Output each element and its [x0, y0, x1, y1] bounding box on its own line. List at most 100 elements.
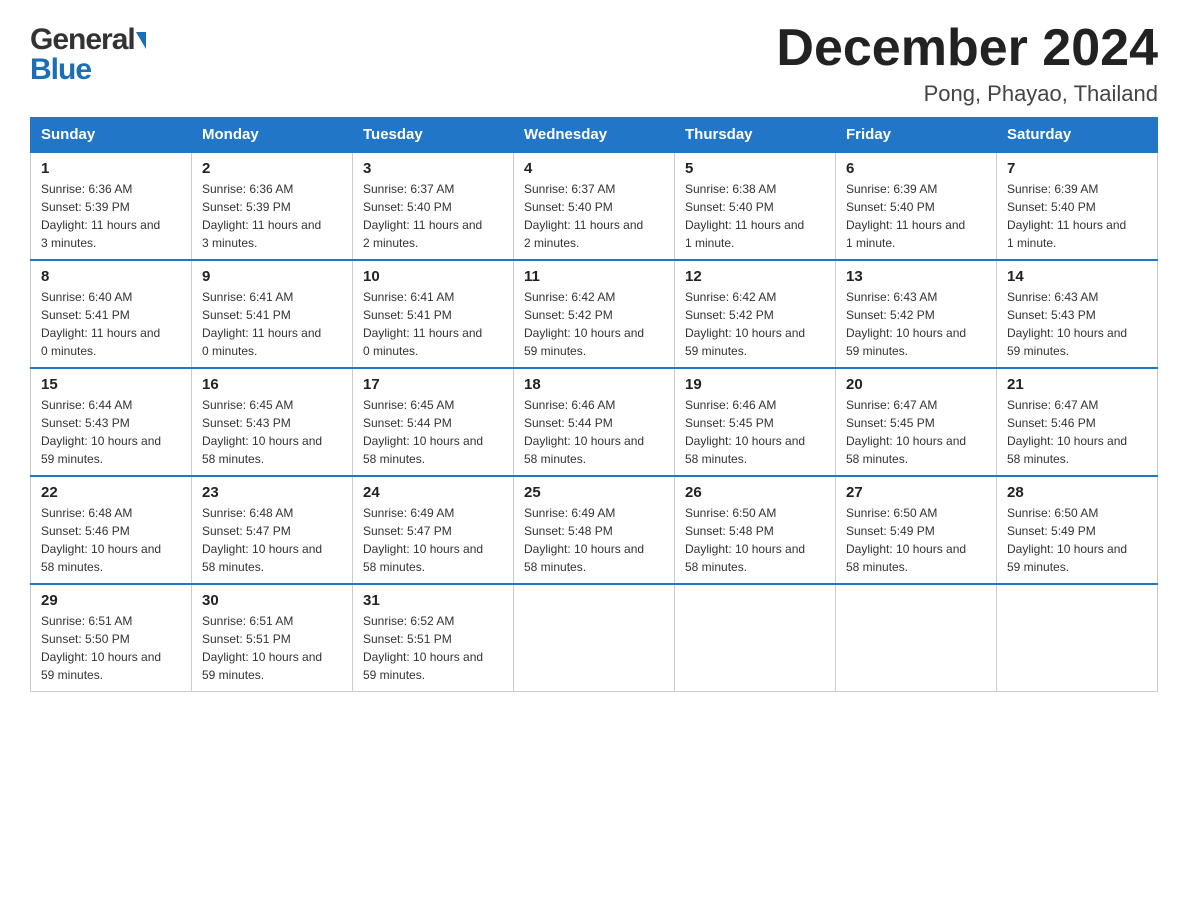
- calendar-cell: 29 Sunrise: 6:51 AM Sunset: 5:50 PM Dayl…: [31, 584, 192, 692]
- day-number: 3: [363, 160, 503, 177]
- day-info: Sunrise: 6:50 AM Sunset: 5:49 PM Dayligh…: [1007, 504, 1147, 576]
- week-row-3: 15 Sunrise: 6:44 AM Sunset: 5:43 PM Dayl…: [31, 368, 1158, 476]
- day-info: Sunrise: 6:45 AM Sunset: 5:43 PM Dayligh…: [202, 396, 342, 468]
- day-info: Sunrise: 6:37 AM Sunset: 5:40 PM Dayligh…: [363, 180, 503, 252]
- calendar-table: Sunday Monday Tuesday Wednesday Thursday…: [30, 117, 1158, 692]
- day-number: 9: [202, 268, 342, 285]
- logo-blue: Blue: [30, 55, 146, 85]
- day-info: Sunrise: 6:42 AM Sunset: 5:42 PM Dayligh…: [685, 288, 825, 360]
- day-number: 24: [363, 484, 503, 501]
- logo: General Blue: [30, 20, 146, 85]
- calendar-cell: 16 Sunrise: 6:45 AM Sunset: 5:43 PM Dayl…: [192, 368, 353, 476]
- header-wednesday: Wednesday: [514, 118, 675, 153]
- day-number: 7: [1007, 160, 1147, 177]
- day-number: 23: [202, 484, 342, 501]
- calendar-cell: 18 Sunrise: 6:46 AM Sunset: 5:44 PM Dayl…: [514, 368, 675, 476]
- day-number: 13: [846, 268, 986, 285]
- day-info: Sunrise: 6:41 AM Sunset: 5:41 PM Dayligh…: [202, 288, 342, 360]
- calendar-cell: 13 Sunrise: 6:43 AM Sunset: 5:42 PM Dayl…: [836, 260, 997, 368]
- day-info: Sunrise: 6:45 AM Sunset: 5:44 PM Dayligh…: [363, 396, 503, 468]
- day-info: Sunrise: 6:36 AM Sunset: 5:39 PM Dayligh…: [41, 180, 181, 252]
- calendar-cell: 2 Sunrise: 6:36 AM Sunset: 5:39 PM Dayli…: [192, 152, 353, 260]
- calendar-cell: 5 Sunrise: 6:38 AM Sunset: 5:40 PM Dayli…: [675, 152, 836, 260]
- calendar-cell: 22 Sunrise: 6:48 AM Sunset: 5:46 PM Dayl…: [31, 476, 192, 584]
- day-number: 2: [202, 160, 342, 177]
- calendar-cell: 12 Sunrise: 6:42 AM Sunset: 5:42 PM Dayl…: [675, 260, 836, 368]
- day-number: 29: [41, 592, 181, 609]
- header-thursday: Thursday: [675, 118, 836, 153]
- day-number: 14: [1007, 268, 1147, 285]
- page-header: General Blue December 2024 Pong, Phayao,…: [30, 20, 1158, 107]
- calendar-cell: 10 Sunrise: 6:41 AM Sunset: 5:41 PM Dayl…: [353, 260, 514, 368]
- calendar-cell: 26 Sunrise: 6:50 AM Sunset: 5:48 PM Dayl…: [675, 476, 836, 584]
- location-title: Pong, Phayao, Thailand: [776, 81, 1158, 107]
- calendar-cell: 15 Sunrise: 6:44 AM Sunset: 5:43 PM Dayl…: [31, 368, 192, 476]
- day-info: Sunrise: 6:42 AM Sunset: 5:42 PM Dayligh…: [524, 288, 664, 360]
- day-number: 16: [202, 376, 342, 393]
- calendar-cell: 24 Sunrise: 6:49 AM Sunset: 5:47 PM Dayl…: [353, 476, 514, 584]
- day-number: 6: [846, 160, 986, 177]
- day-info: Sunrise: 6:43 AM Sunset: 5:42 PM Dayligh…: [846, 288, 986, 360]
- day-number: 1: [41, 160, 181, 177]
- title-block: December 2024 Pong, Phayao, Thailand: [776, 20, 1158, 107]
- week-row-2: 8 Sunrise: 6:40 AM Sunset: 5:41 PM Dayli…: [31, 260, 1158, 368]
- calendar-cell: 14 Sunrise: 6:43 AM Sunset: 5:43 PM Dayl…: [997, 260, 1158, 368]
- day-info: Sunrise: 6:38 AM Sunset: 5:40 PM Dayligh…: [685, 180, 825, 252]
- header-friday: Friday: [836, 118, 997, 153]
- day-info: Sunrise: 6:44 AM Sunset: 5:43 PM Dayligh…: [41, 396, 181, 468]
- day-info: Sunrise: 6:50 AM Sunset: 5:48 PM Dayligh…: [685, 504, 825, 576]
- calendar-cell: [675, 584, 836, 692]
- calendar-cell: 27 Sunrise: 6:50 AM Sunset: 5:49 PM Dayl…: [836, 476, 997, 584]
- header-monday: Monday: [192, 118, 353, 153]
- day-info: Sunrise: 6:49 AM Sunset: 5:48 PM Dayligh…: [524, 504, 664, 576]
- week-row-5: 29 Sunrise: 6:51 AM Sunset: 5:50 PM Dayl…: [31, 584, 1158, 692]
- day-info: Sunrise: 6:37 AM Sunset: 5:40 PM Dayligh…: [524, 180, 664, 252]
- header-sunday: Sunday: [31, 118, 192, 153]
- day-info: Sunrise: 6:40 AM Sunset: 5:41 PM Dayligh…: [41, 288, 181, 360]
- day-number: 30: [202, 592, 342, 609]
- day-number: 28: [1007, 484, 1147, 501]
- day-info: Sunrise: 6:48 AM Sunset: 5:47 PM Dayligh…: [202, 504, 342, 576]
- week-row-4: 22 Sunrise: 6:48 AM Sunset: 5:46 PM Dayl…: [31, 476, 1158, 584]
- day-number: 20: [846, 376, 986, 393]
- day-number: 27: [846, 484, 986, 501]
- logo-general: General: [30, 25, 146, 55]
- day-info: Sunrise: 6:36 AM Sunset: 5:39 PM Dayligh…: [202, 180, 342, 252]
- logo-arrow-icon: [136, 32, 146, 49]
- calendar-cell: 6 Sunrise: 6:39 AM Sunset: 5:40 PM Dayli…: [836, 152, 997, 260]
- header-tuesday: Tuesday: [353, 118, 514, 153]
- calendar-cell: 19 Sunrise: 6:46 AM Sunset: 5:45 PM Dayl…: [675, 368, 836, 476]
- calendar-cell: 30 Sunrise: 6:51 AM Sunset: 5:51 PM Dayl…: [192, 584, 353, 692]
- day-info: Sunrise: 6:51 AM Sunset: 5:51 PM Dayligh…: [202, 612, 342, 684]
- day-info: Sunrise: 6:51 AM Sunset: 5:50 PM Dayligh…: [41, 612, 181, 684]
- day-number: 17: [363, 376, 503, 393]
- calendar-cell: 31 Sunrise: 6:52 AM Sunset: 5:51 PM Dayl…: [353, 584, 514, 692]
- day-number: 19: [685, 376, 825, 393]
- calendar-cell: 3 Sunrise: 6:37 AM Sunset: 5:40 PM Dayli…: [353, 152, 514, 260]
- day-number: 25: [524, 484, 664, 501]
- day-number: 8: [41, 268, 181, 285]
- day-number: 12: [685, 268, 825, 285]
- calendar-cell: [997, 584, 1158, 692]
- days-of-week-row: Sunday Monday Tuesday Wednesday Thursday…: [31, 118, 1158, 153]
- calendar-cell: [836, 584, 997, 692]
- calendar-cell: 20 Sunrise: 6:47 AM Sunset: 5:45 PM Dayl…: [836, 368, 997, 476]
- calendar-cell: 23 Sunrise: 6:48 AM Sunset: 5:47 PM Dayl…: [192, 476, 353, 584]
- day-info: Sunrise: 6:50 AM Sunset: 5:49 PM Dayligh…: [846, 504, 986, 576]
- day-number: 26: [685, 484, 825, 501]
- month-title: December 2024: [776, 20, 1158, 77]
- day-number: 5: [685, 160, 825, 177]
- day-info: Sunrise: 6:48 AM Sunset: 5:46 PM Dayligh…: [41, 504, 181, 576]
- day-info: Sunrise: 6:43 AM Sunset: 5:43 PM Dayligh…: [1007, 288, 1147, 360]
- calendar-cell: 7 Sunrise: 6:39 AM Sunset: 5:40 PM Dayli…: [997, 152, 1158, 260]
- day-info: Sunrise: 6:41 AM Sunset: 5:41 PM Dayligh…: [363, 288, 503, 360]
- calendar-cell: 1 Sunrise: 6:36 AM Sunset: 5:39 PM Dayli…: [31, 152, 192, 260]
- day-number: 4: [524, 160, 664, 177]
- day-number: 22: [41, 484, 181, 501]
- day-number: 15: [41, 376, 181, 393]
- calendar-cell: 11 Sunrise: 6:42 AM Sunset: 5:42 PM Dayl…: [514, 260, 675, 368]
- day-info: Sunrise: 6:39 AM Sunset: 5:40 PM Dayligh…: [1007, 180, 1147, 252]
- day-info: Sunrise: 6:47 AM Sunset: 5:45 PM Dayligh…: [846, 396, 986, 468]
- calendar-cell: 17 Sunrise: 6:45 AM Sunset: 5:44 PM Dayl…: [353, 368, 514, 476]
- calendar-cell: 25 Sunrise: 6:49 AM Sunset: 5:48 PM Dayl…: [514, 476, 675, 584]
